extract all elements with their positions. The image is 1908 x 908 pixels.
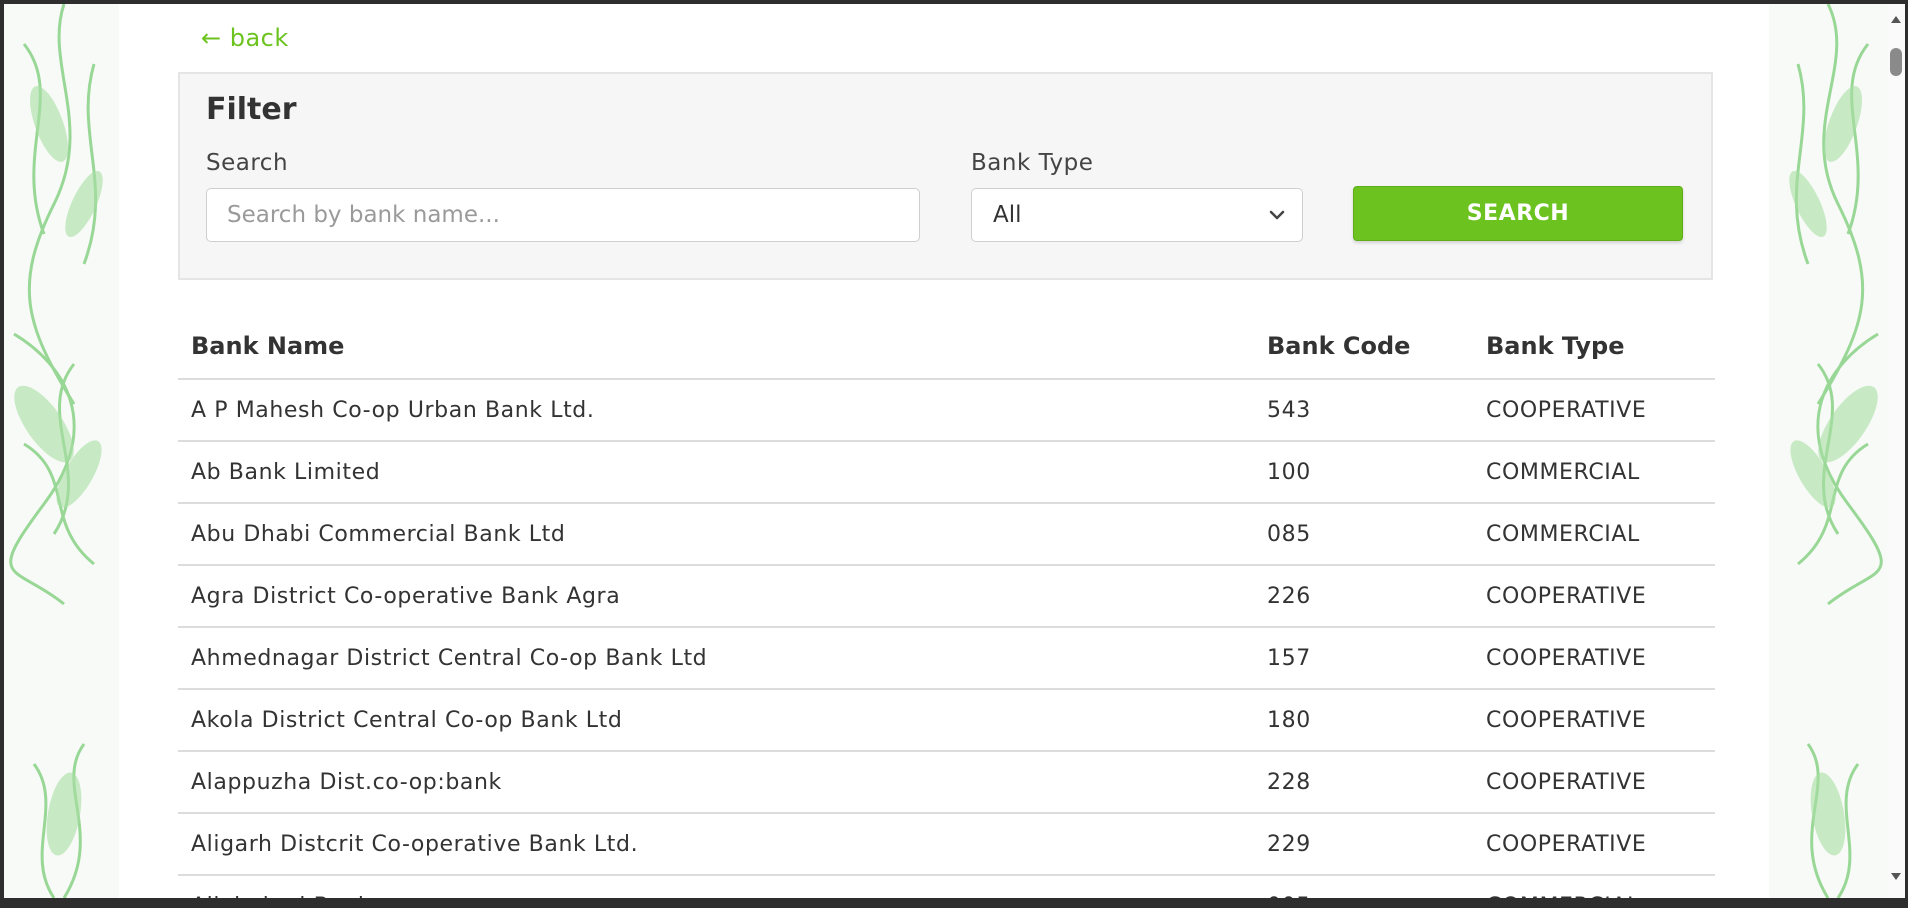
bank-code-cell: 157 xyxy=(1254,627,1473,690)
bank-code-cell: 228 xyxy=(1254,751,1473,814)
scroll-up-arrow-icon[interactable] xyxy=(1890,14,1902,24)
bank-name-cell: Agra District Co-operative Bank Agra xyxy=(178,565,1254,628)
botanical-decoration-left xyxy=(9,4,103,898)
bank-name-cell: A P Mahesh Co-op Urban Bank Ltd. xyxy=(178,379,1254,442)
bank-name-cell: Abu Dhabi Commercial Bank Ltd xyxy=(178,503,1254,566)
botanical-decoration-right xyxy=(1789,4,1883,898)
bank-type-cell: COMMERCIAL xyxy=(1473,503,1715,566)
table-row[interactable]: Allahabad Bank 005 COMMERCIAL xyxy=(178,875,1715,898)
back-link[interactable]: ← back xyxy=(201,24,289,52)
bank-code-cell: 100 xyxy=(1254,441,1473,504)
bank-code-cell: 543 xyxy=(1254,379,1473,442)
filter-title: Filter xyxy=(206,92,297,127)
scroll-down-arrow-icon[interactable] xyxy=(1890,872,1902,882)
search-input[interactable] xyxy=(206,188,920,242)
table-header-row: Bank Name Bank Code Bank Type xyxy=(178,314,1715,380)
bank-code-cell: 005 xyxy=(1254,875,1473,898)
table-row[interactable]: Alappuzha Dist.co-op:bank 228 COOPERATIV… xyxy=(178,751,1715,814)
bank-code-cell: 085 xyxy=(1254,503,1473,566)
content-card: ← back Filter Search Bank Type All SEARC… xyxy=(119,4,1769,898)
vertical-scrollbar[interactable] xyxy=(1887,4,1905,898)
chevron-down-icon xyxy=(1269,210,1285,220)
bank-type-cell: COMMERCIAL xyxy=(1473,441,1715,504)
bank-type-label: Bank Type xyxy=(971,150,1094,176)
bank-name-cell: Ahmednagar District Central Co-op Bank L… xyxy=(178,627,1254,690)
column-header-bank-name[interactable]: Bank Name xyxy=(178,314,1254,380)
table-row[interactable]: Aligarh Distcrit Co-operative Bank Ltd. … xyxy=(178,813,1715,876)
table-row[interactable]: Abu Dhabi Commercial Bank Ltd 085 COMMER… xyxy=(178,503,1715,566)
column-header-bank-code[interactable]: Bank Code xyxy=(1254,314,1473,380)
banks-table: Bank Name Bank Code Bank Type A P Mahesh… xyxy=(178,314,1715,898)
table-row[interactable]: Ahmednagar District Central Co-op Bank L… xyxy=(178,627,1715,690)
column-header-bank-type[interactable]: Bank Type xyxy=(1473,314,1715,380)
bank-type-cell: COOPERATIVE xyxy=(1473,565,1715,628)
bank-code-cell: 226 xyxy=(1254,565,1473,628)
bank-type-cell: COOPERATIVE xyxy=(1473,813,1715,876)
search-button[interactable]: SEARCH xyxy=(1353,186,1683,241)
bank-name-cell: Alappuzha Dist.co-op:bank xyxy=(178,751,1254,814)
bank-type-select[interactable]: All xyxy=(971,188,1303,242)
scrollbar-thumb[interactable] xyxy=(1890,48,1902,76)
bank-type-cell: COOPERATIVE xyxy=(1473,627,1715,690)
bank-name-cell: Allahabad Bank xyxy=(178,875,1254,898)
bank-type-cell: COOPERATIVE xyxy=(1473,379,1715,442)
bank-type-selected: All xyxy=(993,202,1022,228)
bank-name-cell: Aligarh Distcrit Co-operative Bank Ltd. xyxy=(178,813,1254,876)
page-viewport: ← back Filter Search Bank Type All SEARC… xyxy=(4,4,1890,898)
bank-type-cell: COOPERATIVE xyxy=(1473,751,1715,814)
bank-name-cell: Akola District Central Co-op Bank Ltd xyxy=(178,689,1254,752)
table-row[interactable]: Ab Bank Limited 100 COMMERCIAL xyxy=(178,441,1715,504)
search-label: Search xyxy=(206,150,289,176)
bank-type-cell: COMMERCIAL xyxy=(1473,875,1715,898)
table-row[interactable]: A P Mahesh Co-op Urban Bank Ltd. 543 COO… xyxy=(178,379,1715,442)
bank-name-cell: Ab Bank Limited xyxy=(178,441,1254,504)
filter-panel: Filter Search Bank Type All SEARCH xyxy=(178,72,1713,280)
bank-code-cell: 229 xyxy=(1254,813,1473,876)
table-row[interactable]: Akola District Central Co-op Bank Ltd 18… xyxy=(178,689,1715,752)
table-row[interactable]: Agra District Co-operative Bank Agra 226… xyxy=(178,565,1715,628)
bank-code-cell: 180 xyxy=(1254,689,1473,752)
bank-type-cell: COOPERATIVE xyxy=(1473,689,1715,752)
